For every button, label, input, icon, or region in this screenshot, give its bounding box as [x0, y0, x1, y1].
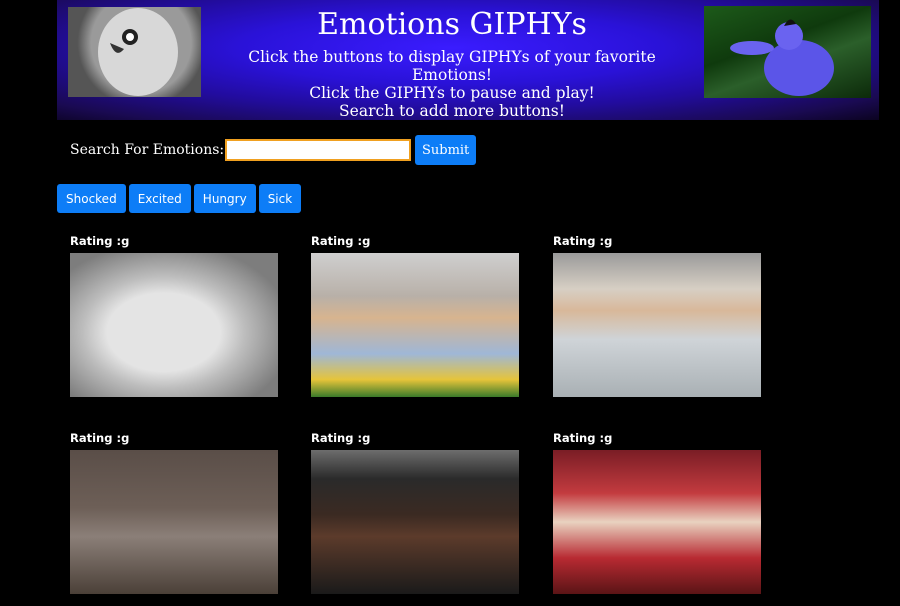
gif-rating: Rating :g — [553, 431, 613, 445]
emotion-button-bar: Shocked Excited Hungry Sick — [57, 184, 302, 213]
gif-card: Rating :g — [553, 234, 761, 397]
search-input[interactable] — [225, 139, 412, 161]
gif-rating: Rating :g — [70, 431, 130, 445]
gif-image-owl[interactable] — [70, 253, 278, 397]
emotion-button-excited[interactable]: Excited — [128, 184, 191, 213]
gif-rating: Rating :g — [311, 234, 371, 248]
owl-image — [68, 7, 201, 97]
genie-image — [704, 6, 871, 98]
gif-rating: Rating :g — [553, 234, 613, 248]
search-label: Search For Emotions: — [70, 142, 225, 158]
gif-image-man[interactable] — [553, 253, 761, 397]
gif-card: Rating :g — [553, 431, 761, 594]
gif-rating: Rating :g — [70, 234, 130, 248]
gif-card: Rating :g — [70, 431, 278, 594]
gif-rating: Rating :g — [311, 431, 371, 445]
emotion-button-sick[interactable]: Sick — [258, 184, 302, 213]
gif-image-ostrich[interactable] — [70, 450, 278, 594]
gif-image-girl[interactable] — [553, 450, 761, 594]
gif-image-woman[interactable] — [311, 450, 519, 594]
page-title: Emotions GIPHYs — [317, 7, 587, 42]
header-banner: Emotions GIPHYs Click the buttons to dis… — [57, 0, 879, 120]
instruction-line: Click the GIPHYs to pause and play! — [309, 84, 595, 102]
gif-image-baby[interactable] — [311, 253, 519, 397]
search-form: Search For Emotions: Submit — [70, 135, 477, 165]
gif-card: Rating :g — [311, 431, 519, 594]
gif-card: Rating :g — [311, 234, 519, 397]
emotion-button-shocked[interactable]: Shocked — [57, 184, 126, 213]
submit-button[interactable]: Submit — [415, 135, 477, 165]
instruction-line: Search to add more buttons! — [339, 102, 565, 120]
header-instructions: Click the buttons to display GIPHYs of y… — [212, 48, 692, 120]
instruction-line: Click the buttons to display GIPHYs of y… — [248, 48, 656, 84]
emotion-button-hungry[interactable]: Hungry — [193, 184, 256, 213]
gif-card: Rating :g — [70, 234, 278, 397]
